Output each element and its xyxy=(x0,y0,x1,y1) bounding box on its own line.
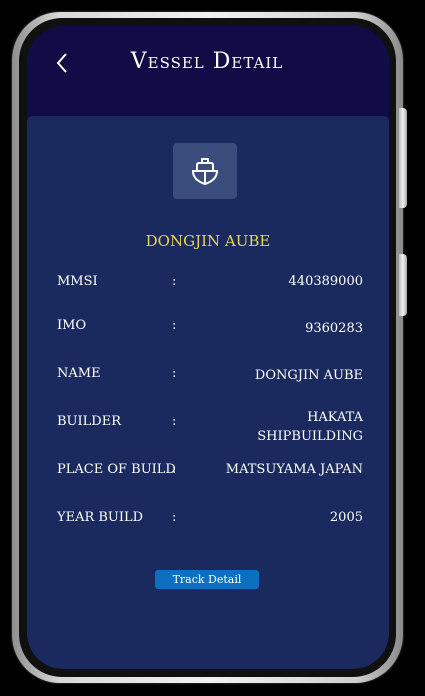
detail-value: DONGJIN AUBE xyxy=(254,368,363,383)
ship-icon xyxy=(191,158,219,186)
back-button[interactable] xyxy=(51,48,75,78)
phone-side-button xyxy=(399,254,407,316)
detail-value: HAKATA SHIPBUILDING xyxy=(257,410,363,444)
detail-label: NAME xyxy=(57,366,101,381)
detail-label: IMO xyxy=(57,318,87,333)
detail-separator: : xyxy=(172,366,177,381)
detail-separator: : xyxy=(172,414,177,429)
chevron-left-icon xyxy=(56,53,67,73)
detail-value: 2005 xyxy=(329,510,363,525)
vessel-detail-panel: DONGJIN AUBE MMSI : 440389000 IMO : 9360… xyxy=(27,116,389,669)
detail-label: YEAR BUILD xyxy=(57,510,144,525)
detail-value: 9360283 xyxy=(305,321,363,336)
detail-separator: : xyxy=(172,318,177,333)
detail-label: BUILDER xyxy=(57,414,121,429)
detail-separator: : xyxy=(172,462,177,477)
vessel-name-heading: DONGJIN AUBE xyxy=(145,232,271,250)
track-detail-button[interactable]: Track Detail xyxy=(155,570,259,589)
app-screen: Vessel Detail DONGJIN AUBE MMSI : 440389… xyxy=(27,26,389,669)
detail-label: PLACE OF BUILD xyxy=(57,462,176,477)
detail-value: MATSUYAMA JAPAN xyxy=(225,462,363,477)
page-title: Vessel Detail xyxy=(130,49,284,74)
detail-label: MMSI xyxy=(57,274,98,289)
detail-separator: : xyxy=(172,274,177,289)
header-bar: Vessel Detail xyxy=(27,26,389,122)
vessel-icon-container xyxy=(173,143,237,199)
phone-side-button xyxy=(399,108,407,208)
detail-value: 440389000 xyxy=(288,274,363,289)
detail-separator: : xyxy=(172,510,177,525)
